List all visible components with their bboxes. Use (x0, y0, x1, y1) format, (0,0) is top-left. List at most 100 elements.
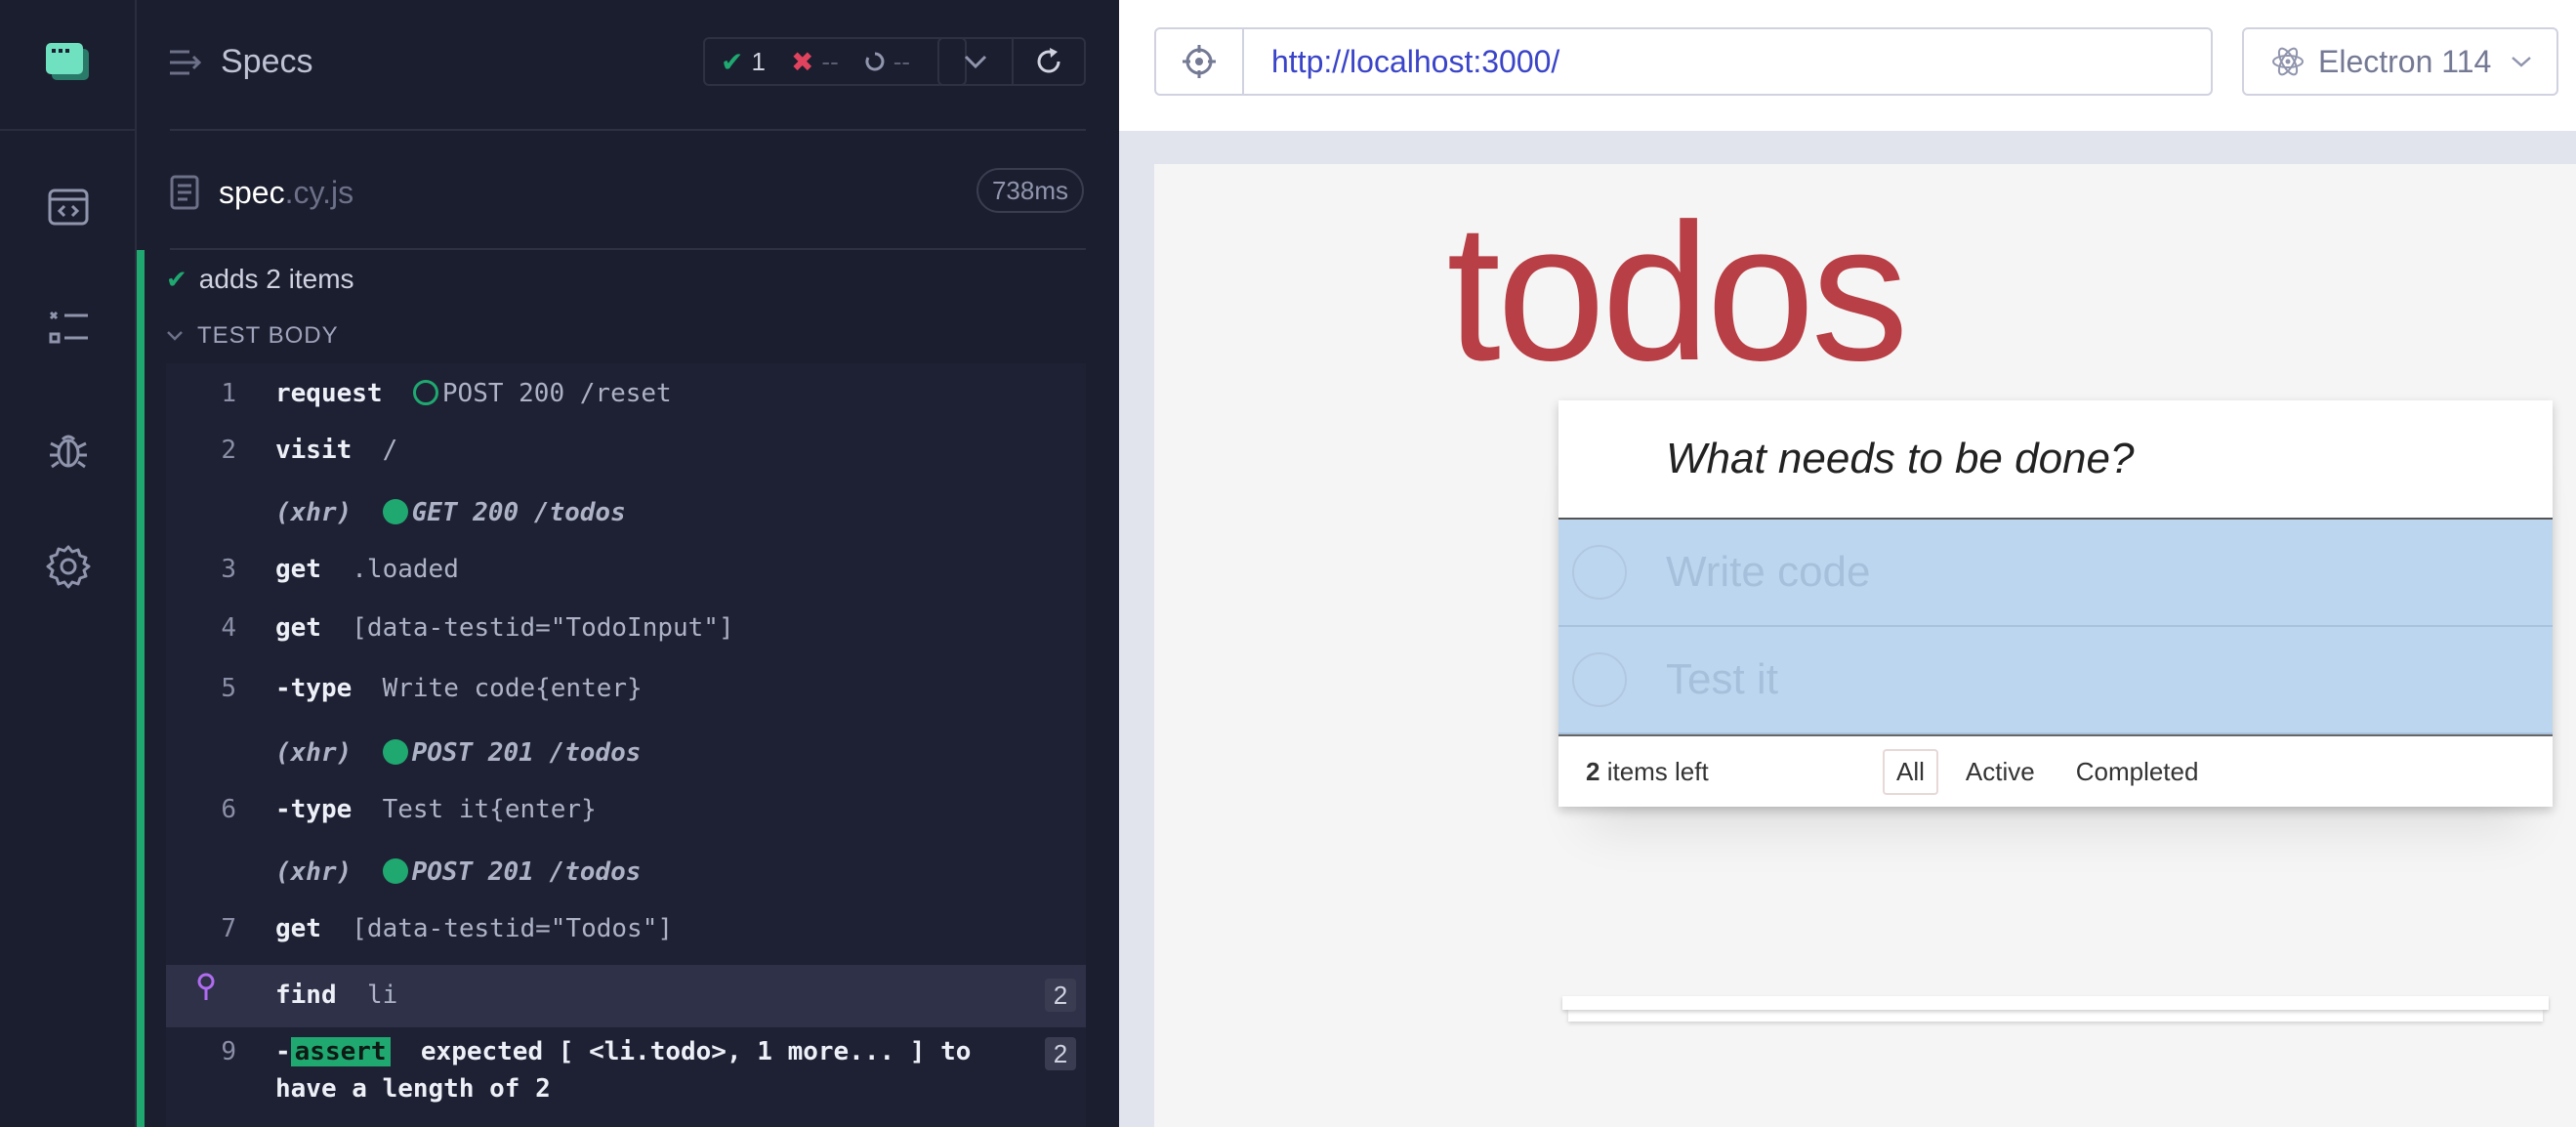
todo-item[interactable]: Test it (1558, 627, 2553, 734)
settings-nav-button[interactable] (43, 541, 94, 592)
command-name: find li (275, 981, 398, 1010)
element-count-badge: 2 (1045, 1037, 1076, 1070)
browser-name: Electron 114 (2318, 43, 2492, 79)
command-name: visit / (275, 436, 398, 465)
command-number: 1 (221, 379, 236, 408)
command-message: Write code{enter} (382, 674, 643, 703)
specs-nav-button[interactable] (43, 303, 94, 354)
url-bar[interactable]: http://localhost:3000/ (1154, 27, 2213, 96)
element-count-badge: 2 (1045, 979, 1076, 1012)
stack-shadow (1568, 1010, 2543, 1022)
test-body-toggle[interactable]: TEST BODY (166, 322, 339, 350)
chevron-down-icon (964, 55, 987, 68)
command-message: .loaded (352, 555, 459, 584)
stack-shadow (1562, 996, 2549, 1010)
request-status-icon (412, 380, 438, 405)
selector-playground-button[interactable] (1156, 29, 1244, 94)
command-name: get .loaded (275, 555, 459, 584)
command-message-cont: have a length of 2 (275, 1074, 551, 1104)
browser-panel: http://localhost:3000/ Electron 114 todo… (1119, 0, 2576, 1127)
command-number: 3 (221, 555, 236, 584)
command-number: 7 (221, 914, 236, 943)
reporter-header: Specs ✔ 1 ✖ -- -- (170, 29, 1086, 102)
header-divider (170, 129, 1086, 131)
browser-selector[interactable]: Electron 114 (2242, 27, 2558, 96)
pending-spinner-icon (865, 52, 885, 71)
specs-title: Specs (221, 43, 313, 80)
command-name: (xhr) GET 200 /todos (275, 498, 626, 527)
specs-toggle[interactable]: Specs (170, 43, 313, 81)
test-title-row[interactable]: ✔ adds 2 items (166, 264, 354, 295)
chevron-down-icon (2512, 57, 2532, 67)
url-text[interactable]: http://localhost:3000/ (1244, 29, 1559, 94)
test-title: adds 2 items (198, 264, 354, 294)
filter-active[interactable]: Active (1952, 749, 2049, 795)
runs-nav-button[interactable] (43, 182, 94, 232)
command-number: 5 (221, 674, 236, 703)
refresh-icon (1037, 48, 1060, 73)
command-name: (xhr) POST 201 /todos (275, 857, 642, 887)
xhr-status-icon (382, 499, 408, 524)
check-icon: ✔ (166, 264, 187, 294)
todo-footer: 2 items left All Active Completed (1558, 734, 2553, 807)
passed-stat: ✔ 1 (721, 46, 766, 78)
pending-stat: -- (864, 47, 910, 77)
collapse-button[interactable] (939, 39, 1012, 84)
assert-tag: assert (290, 1037, 391, 1066)
filter-all[interactable]: All (1883, 748, 1938, 795)
specs-list-icon (170, 50, 202, 74)
electron-icon (2272, 47, 2304, 76)
spec-name: spec (219, 174, 285, 210)
xhr-status-icon (382, 739, 408, 765)
command-message: expected [ <li.todo>, 1 more... ] to (420, 1037, 972, 1066)
chevron-down-icon (167, 331, 183, 341)
passed-count: 1 (751, 46, 766, 76)
command-message: POST 200 /reset (441, 379, 672, 408)
todo-toggle[interactable] (1572, 545, 1627, 600)
check-icon: ✔ (721, 46, 744, 77)
command-name: -type Write code{enter} (275, 674, 643, 703)
section-title: TEST BODY (197, 322, 339, 349)
new-todo-input[interactable]: What needs to be done? (1558, 400, 2553, 520)
document-icon (170, 175, 199, 210)
command-message: / (382, 436, 398, 465)
checklist-icon (49, 311, 88, 344)
command-name: get [data-testid="Todos"] (275, 914, 674, 943)
spec-ext: .cy.js (284, 174, 354, 210)
command-message: li (366, 981, 398, 1010)
side-nav (0, 0, 137, 1127)
bug-icon (50, 435, 87, 469)
command-row-active[interactable]: find li 2 (166, 965, 1086, 1027)
test-stats: ✔ 1 ✖ -- -- (703, 37, 967, 86)
debug-nav-button[interactable] (43, 424, 94, 475)
command-number: 9 (221, 1037, 236, 1066)
reporter-controls (937, 37, 1086, 86)
command-message: GET 200 /todos (411, 498, 626, 527)
command-number: 2 (221, 436, 236, 465)
command-name: - assert expected [ <li.todo>, 1 more... … (275, 1037, 972, 1066)
rerun-button[interactable] (1011, 39, 1084, 84)
todos-heading: todos (1446, 184, 1908, 401)
reporter-panel: Specs ✔ 1 ✖ -- -- spec .cy.js 738ms ✔ ad… (137, 0, 1119, 1127)
xhr-status-icon (382, 858, 408, 884)
passed-indicator-bar (137, 250, 145, 1127)
nav-divider (0, 129, 135, 131)
todo-filters: All Active Completed (1883, 748, 2213, 795)
todo-toggle[interactable] (1572, 652, 1627, 707)
x-icon: ✖ (790, 46, 814, 77)
command-message: POST 201 /todos (411, 857, 642, 887)
command-number: 4 (221, 613, 236, 643)
gear-icon (46, 545, 91, 589)
filter-completed[interactable]: Completed (2062, 749, 2213, 795)
command-name: request POST 200 /reset (275, 379, 672, 408)
command-message: [data-testid="Todos"] (352, 914, 674, 943)
failed-stat: ✖ -- (791, 46, 839, 78)
command-message: Test it{enter} (382, 795, 597, 824)
crosshair-icon (1183, 45, 1216, 78)
browser-toolbar: http://localhost:3000/ Electron 114 (1119, 0, 2576, 131)
cypress-logo-icon (46, 41, 91, 82)
pending-count: -- (893, 46, 911, 76)
todo-item[interactable]: Write code (1558, 520, 2553, 627)
command-name: -type Test it{enter} (275, 795, 597, 824)
command-message: [data-testid="TodoInput"] (352, 613, 734, 643)
